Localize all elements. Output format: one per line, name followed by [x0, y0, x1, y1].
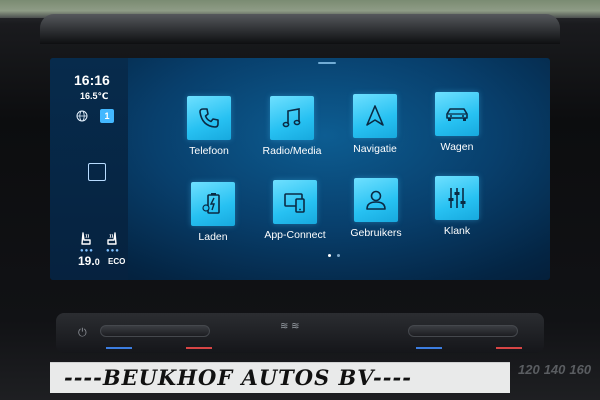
app-app-connect[interactable]: App-Connect [254, 180, 336, 241]
page-dot-active[interactable] [328, 254, 331, 257]
infotainment-screen: 16:16 16.5℃ 1 ●●● ●●● 19.0 ECO Telefoon … [50, 58, 550, 280]
cold-marker [106, 347, 132, 349]
app-label: Gebruikers [350, 227, 402, 239]
car-icon [435, 92, 479, 136]
outside-temperature: 16.5℃ [80, 91, 109, 101]
pull-down-handle[interactable] [318, 62, 336, 64]
app-radio-media[interactable]: Radio/Media [251, 96, 333, 157]
app-connect-icon [273, 180, 317, 224]
climate-temperature[interactable]: 19.0 [78, 254, 100, 268]
fan-icon[interactable]: ≋ ≋ [280, 321, 300, 332]
app-telefoon[interactable]: Telefoon [168, 96, 250, 157]
app-label: Wagen [440, 141, 474, 153]
seat-heat-left-icon[interactable] [80, 232, 92, 246]
dealer-name: ----BEUKHOF AUTOS BV---- [64, 365, 412, 390]
hot-marker [496, 347, 522, 349]
speedometer-ticks: 120 140 160 [518, 362, 595, 377]
temperature-slider-left[interactable] [100, 325, 210, 337]
power-icon[interactable]: ⏻ [78, 327, 87, 340]
gauge-tick: 140 [543, 362, 566, 377]
equalizer-icon [435, 176, 479, 220]
app-navigatie[interactable]: Navigatie [334, 94, 416, 155]
seat-heat-right-icon[interactable] [106, 232, 118, 246]
temperature-decimal: 0 [94, 257, 100, 267]
clock: 16:16 [74, 72, 110, 88]
app-klank[interactable]: Klank [416, 176, 498, 237]
hot-marker [186, 347, 212, 349]
gauge-tick: 120 [518, 362, 540, 377]
music-note-icon [270, 96, 314, 140]
page-indicator[interactable] [328, 254, 344, 258]
dealer-banner: ----BEUKHOF AUTOS BV---- [50, 362, 510, 393]
eco-mode[interactable]: ECO [108, 257, 125, 266]
app-label: Laden [198, 231, 228, 243]
profile-badge[interactable]: 1 [100, 109, 114, 123]
navigation-arrow-icon [353, 94, 397, 138]
app-laden[interactable]: Laden [172, 182, 254, 243]
phone-icon [187, 96, 231, 140]
cold-marker [416, 347, 442, 349]
climate-control-bar: ⏻ ≋ ≋ [56, 313, 544, 353]
app-label: App-Connect [264, 229, 326, 241]
temperature-whole: 19. [78, 254, 95, 268]
app-gebruikers[interactable]: Gebruikers [335, 178, 417, 239]
app-wagen[interactable]: Wagen [416, 92, 498, 153]
app-label: Telefoon [189, 145, 229, 157]
user-icon [354, 178, 398, 222]
globe-icon[interactable] [76, 110, 88, 122]
home-button[interactable] [88, 163, 106, 181]
status-sidebar: 16:16 16.5℃ 1 ●●● ●●● 19.0 ECO [50, 58, 128, 280]
battery-charge-icon [191, 182, 235, 226]
seat-heat-right-level: ●●● [106, 248, 120, 254]
page-dot[interactable] [337, 254, 340, 257]
temperature-slider-right[interactable] [408, 325, 518, 337]
app-label: Radio/Media [262, 145, 322, 157]
app-label: Navigatie [353, 143, 397, 155]
bezel-rim [40, 14, 560, 44]
gauge-tick: 160 [569, 362, 592, 377]
app-label: Klank [443, 225, 471, 237]
